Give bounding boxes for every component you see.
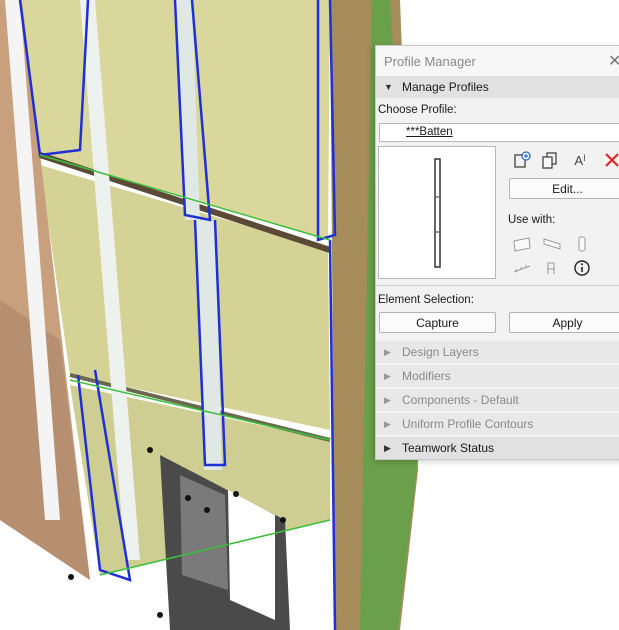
- section-label: Manage Profiles: [402, 80, 489, 94]
- profile-manager-palette: Profile Manager ✕ ▼ Manage Profiles Choo…: [375, 45, 619, 460]
- railing-icon[interactable]: [511, 258, 533, 278]
- section-label: Design Layers: [402, 345, 479, 359]
- section-uniform-profile-contours[interactable]: ▶ Uniform Profile Contours: [376, 411, 619, 435]
- close-icon[interactable]: ✕: [608, 51, 619, 71]
- divider: [376, 285, 619, 286]
- use-with-label: Use with:: [508, 214, 556, 226]
- column-icon[interactable]: [571, 234, 593, 254]
- wall-icon[interactable]: [511, 234, 533, 254]
- element-selection-body: Element Selection: Capture Apply: [376, 288, 619, 339]
- section-label: Components - Default: [402, 393, 519, 407]
- profile-dropdown-value: ***Batten: [406, 126, 453, 138]
- section-modifiers[interactable]: ▶ Modifiers: [376, 363, 619, 387]
- section-manage-profiles[interactable]: ▼ Manage Profiles: [376, 76, 619, 98]
- ref-dot: [204, 507, 210, 513]
- ref-dot: [280, 517, 286, 523]
- expand-triangle-icon: ▶: [384, 419, 391, 429]
- new-profile-icon[interactable]: [511, 150, 533, 170]
- section-label: Uniform Profile Contours: [402, 417, 534, 431]
- expand-triangle-icon: ▶: [384, 395, 391, 405]
- ref-dot: [147, 447, 153, 453]
- profile-dropdown[interactable]: ***Batten: [379, 123, 619, 142]
- ref-dot: [233, 491, 239, 497]
- section-label: Teamwork Status: [402, 441, 495, 455]
- duplicate-profile-icon[interactable]: [539, 150, 561, 170]
- section-design-layers[interactable]: ▶ Design Layers: [376, 339, 619, 363]
- edit-button[interactable]: Edit...: [509, 178, 619, 199]
- expand-triangle-icon: ▶: [384, 347, 391, 357]
- apply-button[interactable]: Apply: [509, 312, 619, 333]
- ref-dot: [157, 612, 163, 618]
- batten-preview-icon: [434, 158, 441, 268]
- ref-dot: [68, 574, 74, 580]
- section-teamwork-status[interactable]: ▶ Teamwork Status: [376, 435, 619, 459]
- profile-preview: [378, 146, 496, 279]
- info-icon[interactable]: [571, 258, 593, 278]
- palette-titlebar[interactable]: Profile Manager ✕: [376, 46, 619, 76]
- rename-profile-icon[interactable]: AI: [569, 150, 591, 170]
- section-components-default[interactable]: ▶ Components - Default: [376, 387, 619, 411]
- collapse-triangle-icon: ▼: [384, 82, 393, 92]
- section-label: Modifiers: [402, 369, 451, 383]
- element-selection-label: Element Selection:: [378, 294, 474, 306]
- ref-dot: [185, 495, 191, 501]
- palette-title: Profile Manager: [384, 54, 476, 69]
- choose-profile-label: Choose Profile:: [378, 104, 457, 116]
- expand-triangle-icon: ▶: [384, 443, 391, 453]
- object-icon[interactable]: [541, 258, 563, 278]
- manage-profiles-body: Choose Profile: ***Batten AI Edit... Use…: [376, 98, 619, 288]
- capture-button[interactable]: Capture: [379, 312, 496, 333]
- delete-profile-icon[interactable]: [601, 150, 619, 170]
- beam-icon[interactable]: [541, 234, 563, 254]
- expand-triangle-icon: ▶: [384, 371, 391, 381]
